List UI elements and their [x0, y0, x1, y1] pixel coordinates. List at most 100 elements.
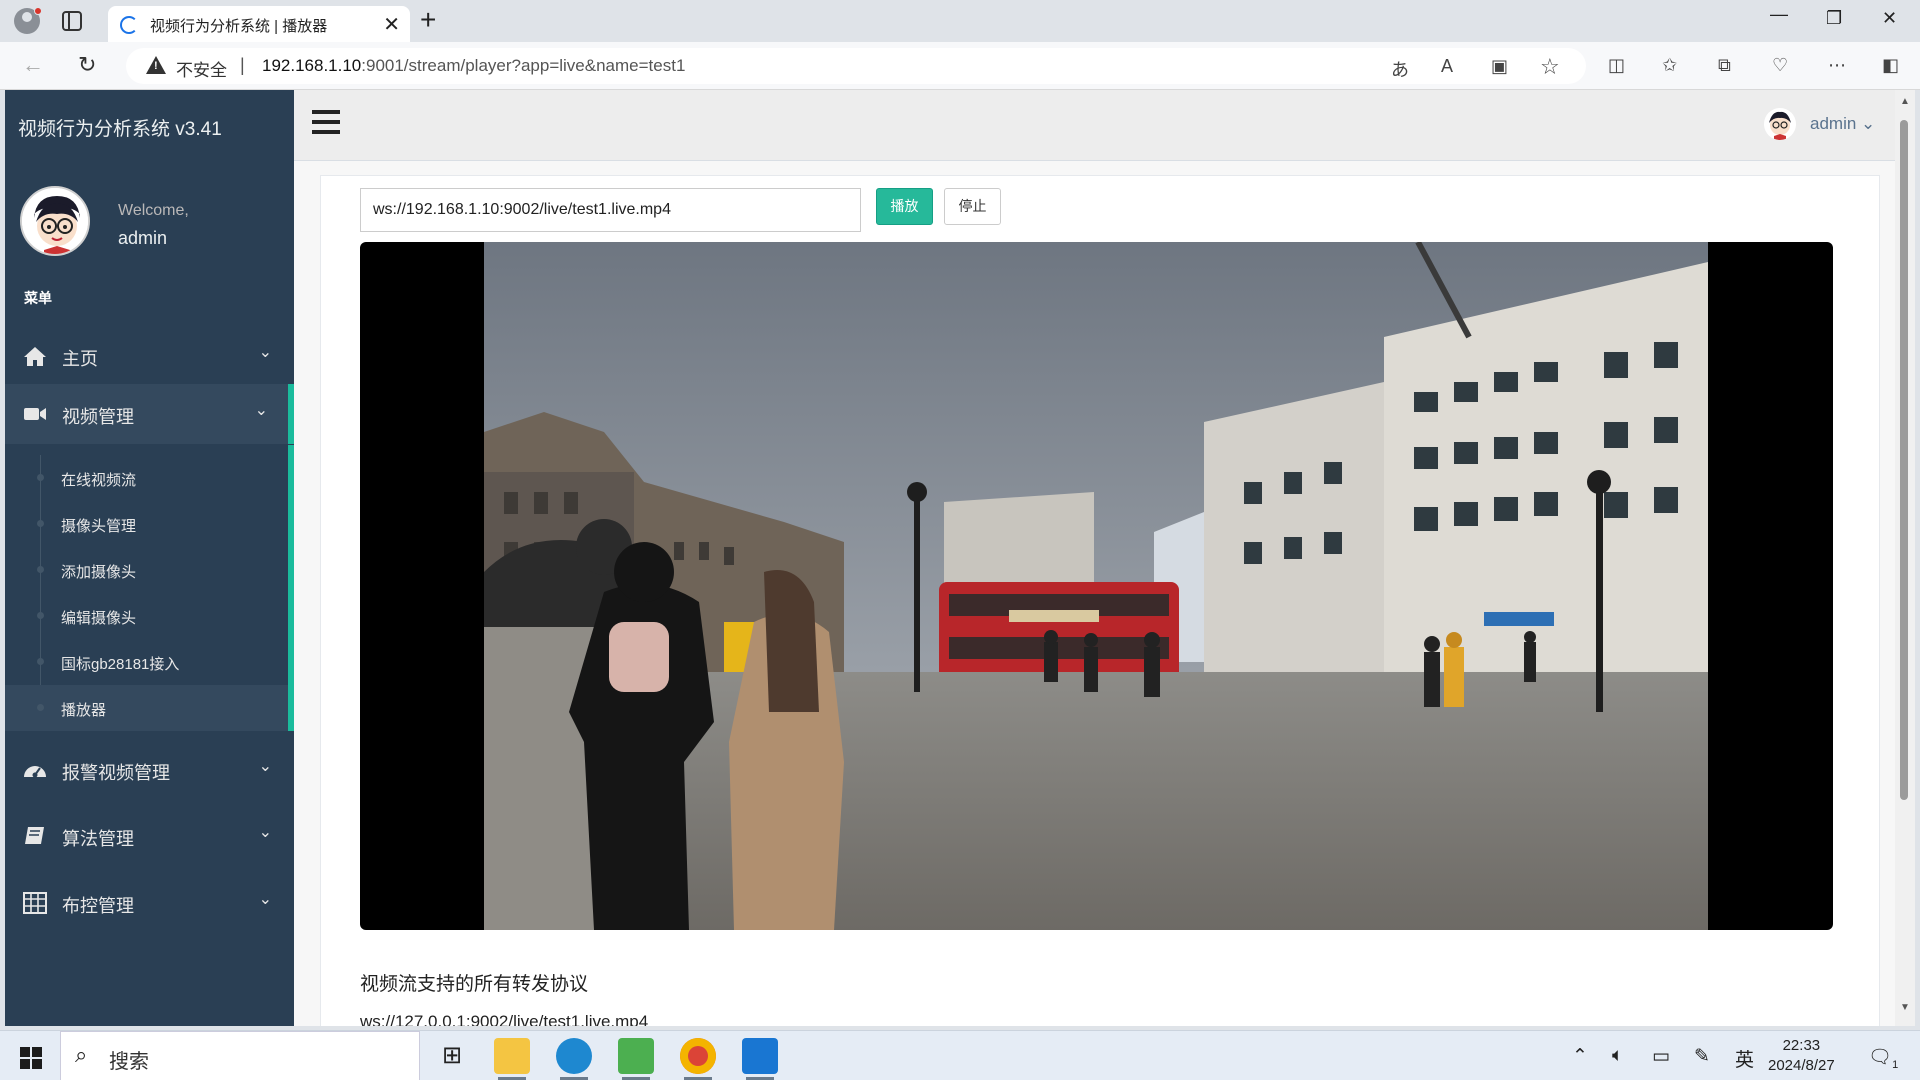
submenu-item-player[interactable]: 播放器	[5, 685, 288, 731]
submenu-item-gb28181[interactable]: 国标gb28181接入	[5, 639, 288, 685]
clock-date: 2024/8/27	[1768, 1057, 1835, 1074]
refresh-icon[interactable]: ↻	[78, 52, 96, 78]
notification-icon[interactable]: 🗨︎1	[1868, 1045, 1898, 1071]
menu-toggle-icon[interactable]	[312, 110, 340, 134]
play-button[interactable]: 播放	[876, 188, 933, 225]
url-text[interactable]: 192.168.1.10:9001/stream/player?app=live…	[262, 56, 685, 76]
submenu-item-add-camera[interactable]: 添加摄像头	[5, 547, 288, 593]
system-clock[interactable]: 22:33 2024/8/27	[1768, 1036, 1835, 1076]
sidebar-item-algorithms[interactable]: 算法管理 ⌄	[5, 808, 294, 864]
show-hidden-icons-icon[interactable]: ⌃	[1572, 1045, 1588, 1068]
submenu-label: 摄像头管理	[61, 518, 137, 535]
table-icon	[23, 892, 47, 914]
stream-url-input[interactable]	[360, 188, 861, 232]
submenu-label: 编辑摄像头	[61, 610, 137, 627]
user-menu[interactable]: admin ⌄	[1810, 114, 1875, 134]
sidebar-item-label: 报警视频管理	[62, 763, 170, 783]
site-title[interactable]: 视频行为分析系统 v3.41	[18, 114, 222, 141]
maximize-button[interactable]: ❐	[1826, 8, 1842, 29]
welcome-text: Welcome,	[118, 202, 189, 219]
chevron-down-icon: ⌄	[258, 344, 272, 361]
sidebar-toggle-icon[interactable]: ◧	[1882, 55, 1899, 76]
sidebar-item-label: 视频管理	[62, 407, 134, 427]
taskbar-search[interactable]: ⌕ 搜索	[60, 1031, 420, 1080]
browser-essentials-icon[interactable]: ♡	[1772, 55, 1788, 76]
edge-browser-icon[interactable]	[556, 1038, 592, 1080]
chevron-down-icon: ⌄	[258, 891, 272, 908]
sidebar-item-alarm-videos[interactable]: 报警视频管理 ⌄	[5, 742, 294, 798]
read-aloud-icon[interactable]: A	[1441, 56, 1453, 77]
more-icon[interactable]: ⋯	[1828, 55, 1846, 76]
app-available-icon[interactable]: ▣	[1491, 56, 1508, 77]
chrome-browser-icon[interactable]	[680, 1038, 716, 1080]
address-bar[interactable]: 不安全 | 192.168.1.10:9001/stream/player?ap…	[126, 48, 1586, 84]
notification-count: 1	[1892, 1058, 1899, 1071]
minimize-button[interactable]: —	[1770, 4, 1788, 25]
image-viewer-icon[interactable]	[618, 1038, 654, 1080]
new-tab-button[interactable]: +	[420, 4, 436, 36]
task-view-icon[interactable]: ⊞	[434, 1038, 470, 1074]
web-page: 视频行为分析系统 v3.41 Welcome, admin 菜单 主页 ⌄ 视频…	[5, 90, 1900, 1026]
user-menu-name: admin	[1810, 114, 1857, 133]
favorite-star-icon[interactable]: ☆	[1540, 54, 1560, 80]
profile-icon[interactable]	[14, 7, 42, 34]
vscode-icon[interactable]	[742, 1038, 778, 1080]
stop-button[interactable]: 停止	[944, 188, 1001, 225]
submenu-item-camera-management[interactable]: 摄像头管理	[5, 501, 288, 547]
translate-icon[interactable]: あ	[1391, 56, 1409, 82]
tab-close-button[interactable]: ✕	[383, 12, 400, 37]
search-placeholder: 搜索	[109, 1051, 149, 1073]
chevron-down-icon: ⌄	[258, 758, 272, 775]
top-navigation: admin ⌄	[294, 90, 1900, 161]
address-bar-row: ← ↻ 不安全 | 192.168.1.10:9001/stream/playe…	[0, 42, 1920, 90]
scroll-up-icon[interactable]: ▲	[1900, 96, 1910, 107]
url-path: :9001/stream/player?app=live&name=test1	[361, 56, 686, 75]
submenu-label: 国标gb28181接入	[61, 656, 180, 673]
loading-icon	[120, 16, 138, 34]
protocols-heading: 视频流支持的所有转发协议	[360, 974, 589, 995]
browser-tab-bar: 视频行为分析系统 | 播放器 ✕ + — ❐ ✕	[0, 0, 1920, 42]
sidebar-item-home[interactable]: 主页 ⌄	[5, 328, 294, 384]
clock-time: 22:33	[1782, 1037, 1821, 1054]
dashboard-icon	[24, 766, 46, 778]
sidebar-item-video-management[interactable]: 视频管理 ⌄	[5, 384, 294, 444]
submenu-label: 播放器	[61, 702, 107, 719]
browser-tab-active[interactable]: 视频行为分析系统 | 播放器 ✕	[108, 6, 410, 42]
close-window-button[interactable]: ✕	[1882, 8, 1897, 29]
profile-avatar	[20, 186, 90, 256]
start-button[interactable]	[20, 1047, 42, 1069]
scrollbar-thumb[interactable]	[1900, 120, 1908, 800]
user-avatar[interactable]	[1764, 108, 1796, 140]
video-frame	[484, 242, 1708, 930]
search-icon: ⌕	[75, 1042, 88, 1067]
menu-caption: 菜单	[24, 290, 52, 306]
collections-icon[interactable]: ⧉	[1718, 55, 1731, 76]
scroll-down-icon[interactable]: ▼	[1900, 1002, 1910, 1013]
video-player[interactable]	[360, 242, 1833, 930]
file-explorer-icon[interactable]	[494, 1038, 530, 1080]
sidebar-item-label: 算法管理	[62, 829, 134, 849]
sidebar: 视频行为分析系统 v3.41 Welcome, admin 菜单 主页 ⌄ 视频…	[5, 90, 294, 1026]
warning-icon[interactable]	[146, 56, 166, 74]
submenu-item-edit-camera[interactable]: 编辑摄像头	[5, 593, 288, 639]
submenu-label: 添加摄像头	[61, 564, 137, 581]
back-icon[interactable]: ←	[22, 52, 44, 78]
security-label[interactable]: 不安全	[176, 56, 227, 81]
tab-actions-icon[interactable]	[62, 11, 82, 31]
page-scrollbar[interactable]: ▲ ▼	[1895, 90, 1915, 1026]
volume-icon[interactable]: 🔈︎	[1612, 1045, 1623, 1067]
split-screen-icon[interactable]: ◫	[1608, 55, 1625, 76]
chevron-down-icon: ⌄	[254, 402, 268, 419]
book-icon	[25, 827, 44, 844]
pen-icon[interactable]: ✎	[1694, 1045, 1710, 1068]
submenu-item-online-streams[interactable]: 在线视频流	[5, 455, 288, 501]
sidebar-item-label: 主页	[62, 349, 98, 369]
network-icon[interactable]: ▭	[1652, 1045, 1670, 1068]
home-icon	[24, 347, 46, 366]
chevron-down-icon: ⌄	[1861, 114, 1876, 133]
windows-taskbar: ⌕ 搜索 ⊞ ⌃ 🔈︎ ▭ ✎ 英 22:33 2024/8/27 🗨︎1	[0, 1030, 1920, 1080]
favorites-icon[interactable]: ✩	[1662, 55, 1677, 76]
sidebar-item-deployment[interactable]: 布控管理 ⌄	[5, 875, 294, 931]
input-method-indicator[interactable]: 英	[1735, 1045, 1754, 1072]
player-panel: 播放 停止	[320, 175, 1880, 1026]
